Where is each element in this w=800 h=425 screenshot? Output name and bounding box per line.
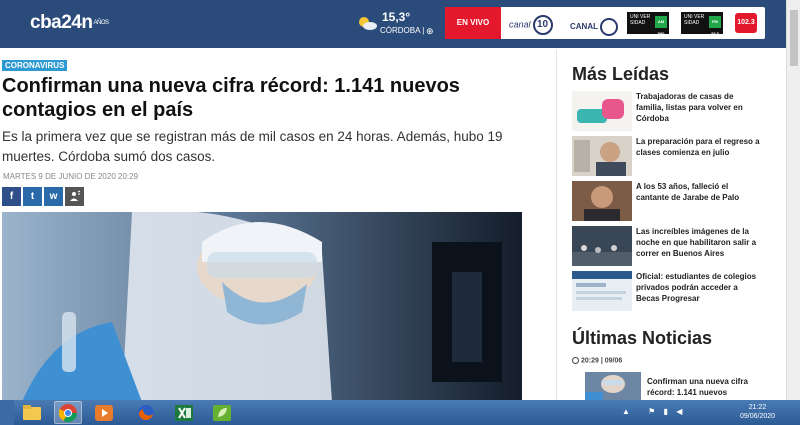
person-voice-icon — [69, 190, 80, 201]
most-read-thumb — [572, 271, 632, 311]
file-explorer-button[interactable] — [18, 401, 46, 424]
logo-text: cba24n — [30, 12, 93, 33]
most-read-thumb — [572, 91, 632, 131]
canal10-link[interactable]: canal 10 — [509, 15, 553, 35]
most-read-item[interactable]: La preparación para el regreso a clases … — [572, 136, 760, 178]
most-read-title-text[interactable]: Las increíbles imágenes de la noche en q… — [636, 226, 760, 259]
page: cba24nAÑOS 15,3° CÓRDOBA | ⊕ EN VIVO can… — [0, 0, 800, 425]
logo-small: AÑOS — [93, 19, 109, 26]
network-icon[interactable]: ▮ — [664, 407, 668, 416]
accessibility-button[interactable] — [65, 187, 84, 206]
temperature: 15,3° — [382, 10, 411, 24]
system-tray[interactable]: ▲ ⚑ ▮ ◀ — [622, 407, 682, 416]
live-button[interactable]: EN VIVO — [445, 7, 501, 39]
most-read-item[interactable]: A los 53 años, falleció el cantante de J… — [572, 181, 760, 223]
media-player-button[interactable] — [90, 401, 118, 424]
most-read-title-text[interactable]: Trabajadoras de casas de familia, listas… — [636, 91, 760, 124]
partly-cloudy-icon — [359, 17, 377, 30]
location-icon[interactable]: ⊕ — [426, 26, 434, 37]
radio-1023-link[interactable]: 102.3 — [735, 13, 757, 33]
city-name: CÓRDOBA | — [380, 26, 425, 35]
clock-icon — [572, 357, 579, 364]
canal12-link[interactable]: CANAL — [570, 18, 618, 36]
excel-button[interactable] — [170, 401, 198, 424]
most-read-item[interactable]: Trabajadoras de casas de familia, listas… — [572, 91, 760, 133]
canal10-label: canal — [509, 19, 531, 30]
facebook-share-button[interactable]: f — [2, 187, 21, 206]
twitter-share-button[interactable]: t — [23, 187, 42, 206]
start-button[interactable] — [0, 400, 14, 425]
radio-universidad-am-link[interactable]: UNI VER SIDAD AM 580 — [627, 12, 669, 36]
taskbar-clock[interactable]: 21:22 09/06/2020 — [740, 403, 775, 421]
uni2-label: UNI VER SIDAD — [684, 14, 705, 26]
uni2-freq: FM 88.5 — [709, 16, 721, 36]
uni1-label: UNI VER SIDAD — [630, 14, 651, 26]
scrollbar-thumb[interactable] — [790, 10, 798, 66]
clock-date: 09/06/2020 — [740, 413, 776, 420]
lab-scientist-image — [2, 212, 522, 402]
site-header: cba24nAÑOS 15,3° CÓRDOBA | ⊕ EN VIVO can… — [0, 0, 786, 48]
latest-news-thumb — [585, 372, 641, 400]
most-read-title-text[interactable]: La preparación para el regreso a clases … — [636, 136, 760, 158]
latest-news-text[interactable]: Confirman una nueva cifra récord: 1.141 … — [647, 376, 765, 398]
chrome-button[interactable] — [54, 401, 82, 424]
firefox-icon — [138, 404, 154, 421]
volume-icon[interactable]: ◀ — [676, 407, 682, 416]
article-hero-image[interactable] — [2, 212, 522, 402]
most-read-thumb — [572, 226, 632, 266]
most-read-thumb — [572, 181, 632, 221]
most-read-item[interactable]: Oficial: estudiantes de colegios privado… — [572, 271, 760, 313]
canal12-logo-icon — [600, 18, 618, 36]
page-scrollbar[interactable] — [786, 0, 800, 400]
app-leaf-icon — [213, 404, 231, 421]
most-read-title-text[interactable]: A los 53 años, falleció el cantante de J… — [636, 181, 760, 203]
share-bar: f t w — [2, 187, 84, 206]
media-player-icon — [95, 404, 113, 421]
live-channels-bar: EN VIVO canal 10 CANAL UNI VER SIDAD AM 5… — [445, 7, 765, 39]
tray-arrow-icon[interactable]: ▲ — [622, 407, 630, 416]
windows-taskbar: ▲ ⚑ ▮ ◀ 21:22 09/06/2020 — [0, 400, 800, 425]
latest-news-title: Últimas Noticias — [572, 328, 713, 348]
spreadsheet-icon — [175, 404, 193, 421]
app-button[interactable] — [208, 401, 236, 424]
article-date: MARTES 9 DE JUNIO DE 2020 20:29 — [3, 172, 139, 181]
most-read-thumb — [572, 136, 632, 176]
section-badge[interactable]: CORONAVIRUS — [2, 60, 68, 71]
chrome-icon — [59, 403, 77, 422]
article-summary: Es la primera vez que se registran más d… — [2, 129, 503, 164]
tray-flag-icon[interactable]: ⚑ — [648, 407, 655, 416]
canal12-label: CANAL — [570, 22, 598, 32]
canal10-badge: 10 — [532, 15, 553, 35]
most-read-title-text[interactable]: Oficial: estudiantes de colegios privado… — [636, 271, 760, 304]
column-divider — [556, 50, 557, 400]
most-read-title: Más Leídas — [572, 64, 670, 84]
radio-universidad-fm-link[interactable]: UNI VER SIDAD FM 88.5 — [681, 12, 723, 36]
latest-time: 20:29 | 09/06 — [581, 357, 623, 365]
latest-news-item[interactable]: Confirman una nueva cifra récord: 1.141 … — [585, 372, 765, 402]
whatsapp-share-button[interactable]: w — [44, 187, 63, 206]
firefox-button[interactable] — [132, 401, 160, 424]
folder-icon — [23, 405, 41, 420]
site-logo[interactable]: cba24nAÑOS — [30, 12, 109, 34]
uni1-freq: AM 580 — [655, 16, 667, 36]
clock-time: 21:22 — [748, 404, 767, 411]
most-read-item[interactable]: Las increíbles imágenes de la noche en q… — [572, 226, 760, 268]
latest-timestamp: 20:29 | 09/06 — [572, 357, 622, 364]
article-headline: Confirman una nueva cifra récord: 1.141 … — [2, 75, 460, 121]
